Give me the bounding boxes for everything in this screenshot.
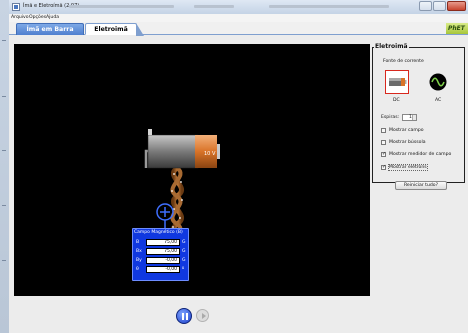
simulation-canvas[interactable]: 10 V Campo Magnético (B) B 75,00 G Bx 75…: [14, 44, 370, 296]
checkbox-box[interactable]: [381, 140, 386, 145]
battery-voltage-label: 10 V: [204, 151, 216, 157]
field-meter-unit: º: [182, 267, 185, 272]
checkbox-label: Mostrar campo: [389, 128, 424, 133]
reset-all-button[interactable]: Reiniciar tudo?: [395, 181, 447, 190]
ac-source-icon[interactable]: [428, 72, 448, 92]
electromagnet-group-title: Eletroimã: [374, 43, 409, 50]
checkbox-box[interactable]: [381, 151, 386, 157]
current-source-label: Fonte de corrente: [383, 59, 424, 64]
field-meter-row-bx: Bx 75,00 G: [136, 248, 188, 255]
control-panel: Eletroimã Fonte de corrente DC AC Espira…: [370, 43, 468, 296]
electromagnet-scene: 10 V: [144, 129, 220, 253]
close-button[interactable]: [447, 1, 466, 11]
title-bar-blur: [69, 5, 174, 8]
field-meter-probe[interactable]: [156, 203, 174, 228]
spinner-arrows-icon[interactable]: [412, 115, 416, 120]
dc-label: DC: [393, 98, 400, 103]
loops-label: Espiras:: [381, 115, 400, 120]
menu-file[interactable]: Arquivo: [11, 15, 29, 20]
dc-source-button[interactable]: [385, 70, 409, 94]
checkbox-label: Mostrar medidor de campo: [389, 152, 452, 157]
pause-button[interactable]: [176, 308, 192, 324]
checkbox-label: Mostrar elétrons: [388, 164, 428, 171]
battery[interactable]: 10 V: [147, 129, 220, 169]
desktop-mark: [2, 96, 6, 97]
desktop-mark: [2, 205, 6, 206]
tab-bar: Ímã em Barra Eletroimã PhET: [9, 22, 468, 36]
menu-bar: Arquivo Opções Ajuda: [9, 14, 468, 22]
app-icon: [12, 3, 20, 11]
field-meter-value: -0,00: [146, 266, 180, 273]
tab-bar-magnet[interactable]: Ímã em Barra: [16, 23, 84, 35]
desktop-mark: [2, 40, 6, 41]
menu-help[interactable]: Ajuda: [46, 15, 59, 20]
app-window: Ímã e Eletroímã (2.07) Arquivo Opções Aj…: [9, 0, 468, 333]
field-meter-panel[interactable]: Campo Magnético (B) B 75,00 G Bx 75,00 G…: [132, 228, 189, 281]
battery-icon: [389, 78, 407, 86]
checkbox-box[interactable]: [381, 164, 386, 170]
checkbox-label: Mostrar bússola: [389, 140, 426, 145]
desktop-mark: [2, 150, 6, 151]
step-button[interactable]: [196, 309, 209, 322]
desktop-strip: [0, 0, 9, 333]
field-meter-value: 75,00: [146, 248, 180, 255]
field-meter-value: -0,00: [146, 257, 180, 264]
field-meter-title: Campo Magnético (B): [134, 230, 183, 235]
field-meter-unit: G: [182, 258, 186, 263]
title-bar-blur: [194, 5, 234, 8]
title-bar[interactable]: Ímã e Eletroímã (2.07): [9, 0, 468, 14]
menu-options[interactable]: Opções: [29, 15, 46, 20]
checkbox-box[interactable]: [381, 128, 386, 133]
field-meter-unit: G: [182, 249, 186, 254]
field-meter-value: 75,00: [146, 239, 180, 246]
maximize-button[interactable]: [433, 1, 446, 11]
field-meter-row-by: By -0,00 G: [136, 257, 188, 264]
ac-label: AC: [435, 98, 442, 103]
playback-bar: [9, 296, 468, 333]
tab-electromagnet[interactable]: Eletroimã: [85, 23, 144, 36]
loops-spinner[interactable]: 1: [402, 114, 417, 121]
title-bar-blur: [269, 5, 389, 8]
field-meter-row-theta: θ -0,00 º: [136, 266, 188, 273]
electromagnet-group: Eletroimã Fonte de corrente DC AC Espira…: [372, 43, 465, 183]
minimize-button[interactable]: [419, 1, 432, 11]
phet-logo: PhET: [446, 23, 468, 34]
desktop-mark: [2, 260, 6, 261]
field-meter-row-b: B 75,00 G: [136, 239, 188, 246]
field-meter-unit: G: [182, 240, 186, 245]
